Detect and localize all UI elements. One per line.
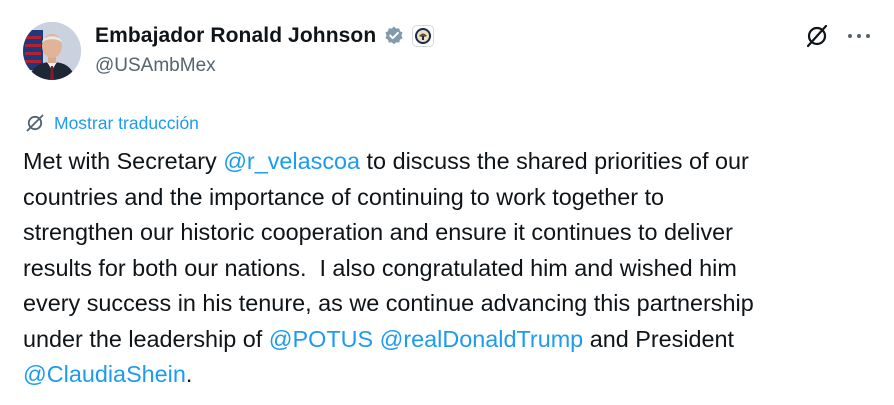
- text-run: to discuss the shared priorities of our: [360, 148, 749, 174]
- dot: [848, 34, 852, 38]
- state-department-seal-icon[interactable]: [412, 25, 435, 47]
- verified-badge-icon[interactable]: [383, 25, 405, 47]
- show-translation-label: Mostrar traducción: [54, 112, 199, 133]
- tweet-line: Met with Secretary @r_velascoa to discus…: [23, 144, 883, 180]
- tweet-card: Embajador Ronald Johnson @USAmbMex Mostr…: [0, 0, 894, 405]
- author-display-name[interactable]: Embajador Ronald Johnson: [95, 24, 376, 48]
- text-run: under the leadership of: [23, 325, 269, 352]
- text-run: and President: [583, 325, 735, 352]
- tweet-line: @ClaudiaShein.: [23, 357, 883, 393]
- tweet-line: every success in his tenure, as we conti…: [23, 290, 754, 316]
- author-handle[interactable]: @USAmbMex: [95, 55, 216, 77]
- text-run: .: [185, 361, 193, 387]
- tweet-line: under the leadership of @POTUS @realDona…: [23, 322, 883, 358]
- tweet-line: countries and the importance of continui…: [23, 183, 665, 210]
- tweet-line: strengthen our historic cooperation and …: [23, 219, 733, 245]
- dot: [857, 34, 861, 38]
- author-name-row: Embajador Ronald Johnson: [95, 21, 435, 51]
- dot: [866, 34, 870, 38]
- show-translation-button[interactable]: Mostrar traducción: [24, 112, 199, 134]
- avatar[interactable]: [23, 22, 81, 80]
- more-options-icon[interactable]: [846, 22, 872, 50]
- tweet-line: results for both our nations. I also con…: [23, 254, 737, 281]
- tweet-text: Met with Secretary @r_velascoa to discus…: [23, 144, 883, 393]
- mention-link[interactable]: @realDonaldTrump: [380, 326, 584, 352]
- grok-icon[interactable]: [803, 22, 831, 50]
- mention-link[interactable]: @POTUS: [269, 326, 373, 352]
- mention-link[interactable]: @r_velascoa: [223, 148, 360, 174]
- translate-grok-icon: [26, 114, 44, 132]
- avatar-image: [23, 22, 81, 80]
- mention-link[interactable]: @ClaudiaShein: [23, 361, 186, 387]
- text-run: Met with Secretary: [23, 148, 224, 174]
